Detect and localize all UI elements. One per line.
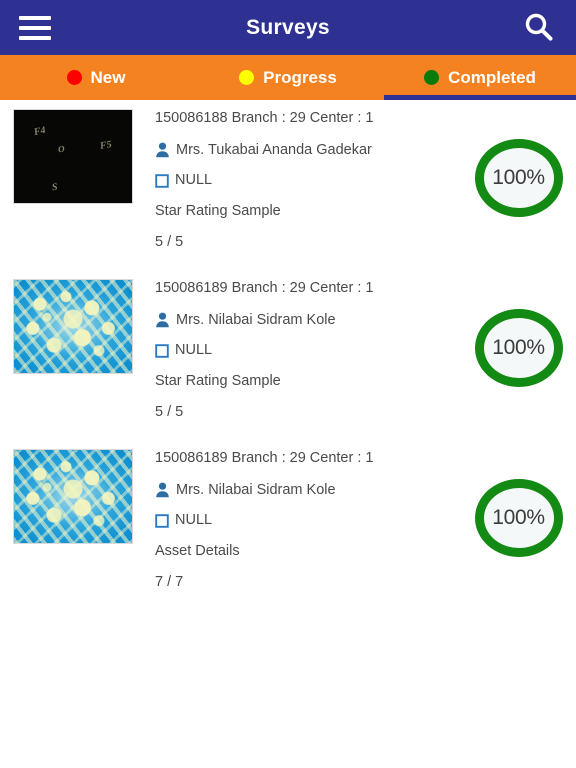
survey-title: 150086189 Branch : 29 Center : 1 <box>155 450 374 466</box>
survey-checkbox-row: NULL <box>155 172 461 189</box>
survey-checkbox-label: NULL <box>175 342 213 359</box>
survey-thumbnail[interactable] <box>13 279 133 374</box>
menu-bar-2 <box>19 25 51 30</box>
checkbox-unchecked-icon <box>155 343 169 358</box>
surveys-screen: Surveys New Progress Completed F4 F5 O S… <box>0 0 576 768</box>
person-icon <box>156 312 169 328</box>
status-dot-new <box>66 70 82 85</box>
thumbnail-key-label: S <box>51 181 59 194</box>
survey-percent-wrap: 100% <box>461 109 576 217</box>
menu-bar-1 <box>19 15 51 20</box>
survey-checkbox-label: NULL <box>175 172 213 189</box>
survey-person-name: Mrs. Nilabai Sidram Kole <box>176 481 336 498</box>
thumbnail-key-label: O <box>57 143 66 155</box>
survey-thumbnail[interactable]: F4 F5 O S <box>13 109 133 204</box>
progress-percent-label: 100% <box>492 166 545 189</box>
survey-list: F4 F5 O S 150086188 Branch : 29 Center :… <box>0 100 576 768</box>
tab-progress-label: Progress <box>263 67 337 87</box>
progress-ring: 100% <box>474 309 563 387</box>
survey-person-row: Mrs. Tukabai Ananda Gadekar <box>155 142 461 159</box>
survey-title: 150086188 Branch : 29 Center : 1 <box>155 110 374 126</box>
page-title: Surveys <box>246 15 330 39</box>
survey-thumbnail[interactable] <box>13 449 133 544</box>
survey-checkbox-label: NULL <box>175 512 213 529</box>
survey-name: Star Rating Sample <box>155 203 281 220</box>
progress-percent-label: 100% <box>492 336 545 359</box>
list-item[interactable]: 150086189 Branch : 29 Center : 1 Mrs. Ni… <box>0 440 576 610</box>
survey-person-name: Mrs. Nilabai Sidram Kole <box>176 311 336 328</box>
progress-percent-label: 100% <box>492 506 545 529</box>
status-dot-progress <box>239 70 255 85</box>
person-icon <box>156 482 169 498</box>
survey-percent-wrap: 100% <box>461 449 576 557</box>
progress-ring: 100% <box>474 479 563 557</box>
person-icon <box>156 142 169 158</box>
list-item-body: 150086188 Branch : 29 Center : 1 Mrs. Tu… <box>133 109 461 250</box>
survey-person-row: Mrs. Nilabai Sidram Kole <box>155 482 461 499</box>
tab-progress[interactable]: Progress <box>192 55 384 100</box>
list-item-body: 150086189 Branch : 29 Center : 1 Mrs. Ni… <box>133 279 461 420</box>
progress-ring: 100% <box>474 139 563 217</box>
thumbnail-key-label: F4 <box>32 124 47 139</box>
survey-progress-fraction: 7 / 7 <box>155 573 184 590</box>
list-item[interactable]: 150086189 Branch : 29 Center : 1 Mrs. Ni… <box>0 270 576 440</box>
hamburger-menu-icon[interactable] <box>12 8 58 48</box>
search-icon[interactable] <box>518 7 560 49</box>
survey-person-row: Mrs. Nilabai Sidram Kole <box>155 312 461 329</box>
survey-title: 150086189 Branch : 29 Center : 1 <box>155 280 374 296</box>
checkbox-unchecked-icon <box>155 173 169 188</box>
list-item[interactable]: F4 F5 O S 150086188 Branch : 29 Center :… <box>0 100 576 270</box>
survey-person-name: Mrs. Tukabai Ananda Gadekar <box>176 141 372 158</box>
tab-completed[interactable]: Completed <box>384 55 576 100</box>
survey-name: Star Rating Sample <box>155 373 281 390</box>
survey-percent-wrap: 100% <box>461 279 576 387</box>
thumbnail-key-label: F5 <box>99 139 113 152</box>
tab-new-label: New <box>90 67 126 87</box>
survey-checkbox-row: NULL <box>155 512 461 529</box>
status-dot-completed <box>424 70 440 85</box>
survey-checkbox-row: NULL <box>155 342 461 359</box>
survey-progress-fraction: 5 / 5 <box>155 233 184 250</box>
app-bar: Surveys <box>0 0 576 55</box>
survey-progress-fraction: 5 / 5 <box>155 403 184 420</box>
tab-completed-label: Completed <box>448 67 536 87</box>
tab-bar: New Progress Completed <box>0 55 576 100</box>
tab-new[interactable]: New <box>0 55 192 100</box>
list-item-body: 150086189 Branch : 29 Center : 1 Mrs. Ni… <box>133 449 461 590</box>
survey-name: Asset Details <box>155 543 240 560</box>
checkbox-unchecked-icon <box>155 513 169 528</box>
menu-bar-3 <box>19 35 51 40</box>
